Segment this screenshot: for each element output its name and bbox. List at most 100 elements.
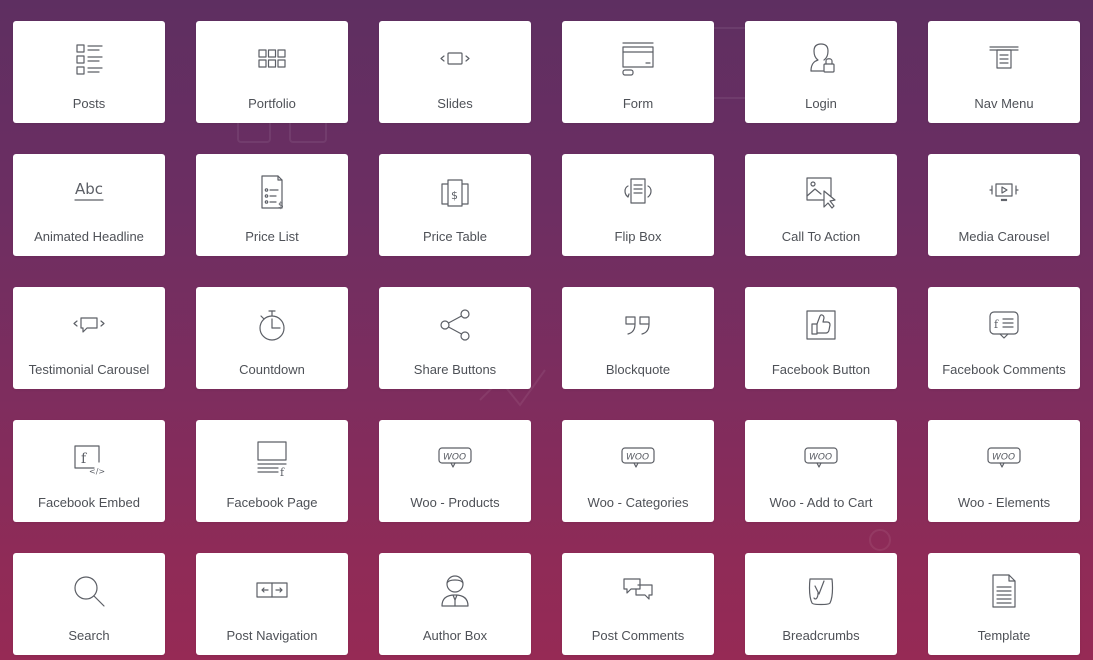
widget-label: Share Buttons (413, 362, 497, 377)
widget-label: Breadcrumbs (782, 628, 860, 643)
widget-label: Blockquote (605, 362, 671, 377)
icon-text: Abc (75, 180, 103, 198)
widget-card-facebook-page[interactable]: f Facebook Page (196, 420, 348, 522)
widget-card-facebook-embed[interactable]: f </> Facebook Embed (13, 420, 165, 522)
nav-menu-icon (980, 35, 1028, 83)
widget-label: Testimonial Carousel (28, 362, 150, 377)
svg-text:f: f (280, 466, 285, 479)
widget-card-form[interactable]: Form (562, 21, 714, 123)
template-icon (980, 567, 1028, 615)
call-to-action-icon (797, 168, 845, 216)
widget-label: Woo - Products (410, 495, 500, 510)
widget-label: Woo - Categories (587, 495, 689, 510)
widget-label: Countdown (239, 362, 305, 377)
facebook-button-icon (797, 301, 845, 349)
widget-card-call-to-action[interactable]: Call To Action (745, 154, 897, 256)
widget-card-price-list[interactable]: $ Price List (196, 154, 348, 256)
widget-card-search[interactable]: Search (13, 553, 165, 655)
portfolio-icon (248, 35, 296, 83)
animated-headline-icon: Abc (65, 168, 113, 216)
widget-card-woo-categories[interactable]: WOO Woo - Categories (562, 420, 714, 522)
widget-card-nav-menu[interactable]: Nav Menu (928, 21, 1080, 123)
breadcrumbs-icon (797, 567, 845, 615)
widget-label: Search (68, 628, 110, 643)
post-navigation-icon (248, 567, 296, 615)
countdown-icon (248, 301, 296, 349)
widget-label: Facebook Embed (38, 495, 140, 510)
widget-card-animated-headline[interactable]: Abc Animated Headline (13, 154, 165, 256)
woo-icon: WOO (797, 434, 845, 482)
widget-card-breadcrumbs[interactable]: Breadcrumbs (745, 553, 897, 655)
widget-card-woo-add-to-cart[interactable]: WOO Woo - Add to Cart (745, 420, 897, 522)
login-icon (797, 35, 845, 83)
post-comments-icon (614, 567, 662, 615)
facebook-page-icon: f (248, 434, 296, 482)
flip-box-icon (614, 168, 662, 216)
widget-card-testimonial-carousel[interactable]: Testimonial Carousel (13, 287, 165, 389)
widget-card-portfolio[interactable]: Portfolio (196, 21, 348, 123)
widget-label: Nav Menu (974, 96, 1034, 111)
widget-label: Woo - Elements (957, 495, 1051, 510)
widget-label: Facebook Comments (942, 362, 1066, 377)
widget-label: Template (977, 628, 1031, 643)
widget-card-facebook-button[interactable]: Facebook Button (745, 287, 897, 389)
widget-label: Slides (437, 96, 473, 111)
widget-grid: Posts Portfolio Slides Form Login Nav Menu Abc… (13, 21, 1080, 655)
widget-label: Facebook Button (771, 362, 871, 377)
widget-label: Portfolio (248, 96, 296, 111)
icon-text: WOO (626, 453, 649, 463)
widget-card-woo-products[interactable]: WOO Woo - Products (379, 420, 531, 522)
widget-label: Woo - Add to Cart (769, 495, 873, 510)
woo-icon: WOO (431, 434, 479, 482)
price-list-icon: $ (248, 168, 296, 216)
widget-card-share-buttons[interactable]: Share Buttons (379, 287, 531, 389)
author-box-icon (431, 567, 479, 615)
widget-label: Post Navigation (226, 628, 318, 643)
svg-text:f: f (994, 318, 999, 331)
facebook-comments-icon: f (980, 301, 1028, 349)
widget-label: Facebook Page (226, 495, 318, 510)
svg-text:</>: </> (89, 467, 105, 476)
widget-label: Login (805, 96, 837, 111)
widget-label: Media Carousel (958, 229, 1050, 244)
widget-card-facebook-comments[interactable]: f Facebook Comments (928, 287, 1080, 389)
widget-label: Flip Box (614, 229, 662, 244)
widget-label: Form (622, 96, 654, 111)
widget-label: Posts (72, 96, 106, 111)
widget-card-media-carousel[interactable]: Media Carousel (928, 154, 1080, 256)
facebook-embed-icon: f </> (65, 434, 113, 482)
share-buttons-icon (431, 301, 479, 349)
icon-text: WOO (809, 453, 832, 463)
widget-label: Author Box (422, 628, 488, 643)
form-icon (614, 35, 662, 83)
widget-card-countdown[interactable]: Countdown (196, 287, 348, 389)
svg-text:$: $ (278, 201, 284, 211)
woo-icon: WOO (614, 434, 662, 482)
widget-label: Post Comments (591, 628, 685, 643)
widget-card-flip-box[interactable]: Flip Box (562, 154, 714, 256)
woo-icon: WOO (980, 434, 1028, 482)
widget-card-blockquote[interactable]: Blockquote (562, 287, 714, 389)
widget-card-slides[interactable]: Slides (379, 21, 531, 123)
blockquote-icon (614, 301, 662, 349)
widget-label: Price List (245, 229, 299, 244)
widget-label: Price Table (422, 229, 488, 244)
widget-label: Call To Action (781, 229, 861, 244)
icon-text: WOO (992, 453, 1015, 463)
widget-card-post-navigation[interactable]: Post Navigation (196, 553, 348, 655)
widget-card-author-box[interactable]: Author Box (379, 553, 531, 655)
widget-card-post-comments[interactable]: Post Comments (562, 553, 714, 655)
media-carousel-icon (980, 168, 1028, 216)
svg-text:$: $ (451, 189, 458, 202)
testimonial-carousel-icon (65, 301, 113, 349)
price-table-icon: $ (431, 168, 479, 216)
posts-icon (65, 35, 113, 83)
svg-text:f: f (81, 451, 88, 467)
widget-card-posts[interactable]: Posts (13, 21, 165, 123)
widget-card-price-table[interactable]: $ Price Table (379, 154, 531, 256)
widget-card-woo-elements[interactable]: WOO Woo - Elements (928, 420, 1080, 522)
widget-label: Animated Headline (34, 229, 144, 244)
search-icon (65, 567, 113, 615)
widget-card-login[interactable]: Login (745, 21, 897, 123)
widget-card-template[interactable]: Template (928, 553, 1080, 655)
